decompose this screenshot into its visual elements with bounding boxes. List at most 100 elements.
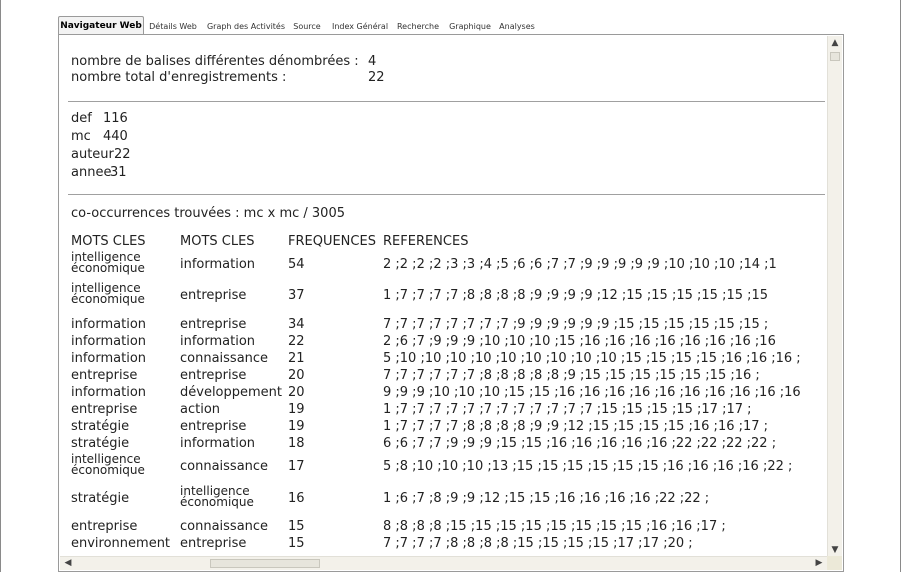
keyword-b: entreprise xyxy=(180,368,247,383)
frequency: 16 xyxy=(288,491,305,506)
keyword-a: information xyxy=(71,385,147,400)
references: 7 ;7 ;7 ;7 ;7 ;7 ;8 ;8 ;8 ;8 ;8 ;9 ;15 ;… xyxy=(383,368,760,383)
vertical-scroll-thumb[interactable] xyxy=(830,52,840,61)
tag-count-value: 4 xyxy=(368,54,377,69)
references: 6 ;6 ;7 ;7 ;9 ;9 ;9 ;15 ;15 ;16 ;16 ;16 … xyxy=(383,436,777,451)
references: 1 ;7 ;7 ;7 ;7 ;8 ;8 ;8 ;8 ;9 ;9 ;9 ;9 ;1… xyxy=(383,288,769,303)
keyword-b: connaissance xyxy=(180,459,269,474)
references: 1 ;6 ;7 ;8 ;9 ;9 ;12 ;15 ;15 ;16 ;16 ;16… xyxy=(383,491,710,506)
tab-bar: Navigateur Web Détails Web Graph des Act… xyxy=(58,16,844,35)
app-frame: Navigateur Web Détails Web Graph des Act… xyxy=(0,0,901,572)
keyword-b: développement xyxy=(180,385,283,400)
keyword-a: stratégie xyxy=(71,491,130,506)
table-row: intelligence économique entreprise 37 1 … xyxy=(71,281,827,309)
references: 5 ;10 ;10 ;10 ;10 ;10 ;10 ;10 ;10 ;10 ;1… xyxy=(383,351,801,366)
header-mots-cles-1: MOTS CLES xyxy=(71,234,146,249)
tab-source[interactable]: Source xyxy=(290,19,324,35)
keyword-a: stratégie xyxy=(71,436,130,451)
references: 7 ;7 ;7 ;7 ;7 ;7 ;7 ;7 ;9 ;9 ;9 ;9 ;9 ;9… xyxy=(383,317,769,332)
keyword-a: information xyxy=(71,334,147,349)
frequency: 34 xyxy=(288,317,305,332)
tag-count: 22 xyxy=(114,147,131,162)
tab-recherche[interactable]: Recherche xyxy=(393,19,443,35)
tab-graph-des-activites[interactable]: Graph des Activités xyxy=(204,19,288,35)
keyword-a: intelligence économique xyxy=(71,250,145,275)
table-row: intelligence économique information 54 2… xyxy=(71,250,827,278)
report-view: nombre de balises différentes dénombrées… xyxy=(60,36,827,558)
tab-index-general[interactable]: Index Général xyxy=(329,19,391,35)
scroll-up-arrow-icon[interactable]: ▲ xyxy=(828,37,842,50)
tag-name: auteur xyxy=(71,147,114,162)
keyword-a: intelligence économique xyxy=(71,452,145,477)
record-count-value: 22 xyxy=(368,70,385,85)
keyword-a: environnement xyxy=(71,536,171,551)
table-row: intelligence économique connaissance 17 … xyxy=(71,452,827,480)
references: 7 ;7 ;7 ;7 ;8 ;8 ;8 ;8 ;15 ;15 ;15 ;15 ;… xyxy=(383,536,693,551)
frequency: 17 xyxy=(288,459,305,474)
tag-name: mc xyxy=(71,129,91,144)
content-panel: nombre de balises différentes dénombrées… xyxy=(58,34,844,572)
keyword-b: information xyxy=(180,334,256,349)
references: 2 ;2 ;2 ;2 ;3 ;3 ;4 ;5 ;6 ;6 ;7 ;7 ;9 ;9… xyxy=(383,257,777,272)
tab-graphique[interactable]: Graphique xyxy=(446,19,494,35)
keyword-b: entreprise xyxy=(180,419,247,434)
keyword-a: intelligence économique xyxy=(71,281,145,306)
scroll-left-arrow-icon[interactable]: ◀ xyxy=(61,557,75,570)
references: 1 ;7 ;7 ;7 ;7 ;7 ;7 ;7 ;7 ;7 ;7 ;7 ;7 ;1… xyxy=(383,402,752,417)
table-row: stratégie intelligence économique 16 1 ;… xyxy=(71,484,827,512)
keyword-b: action xyxy=(180,402,221,417)
frequency: 22 xyxy=(288,334,305,349)
tab-navigateur-web[interactable]: Navigateur Web xyxy=(58,16,144,35)
horizontal-scrollbar[interactable]: ◀ ▶ xyxy=(60,556,827,570)
keyword-b: information xyxy=(180,257,256,272)
keyword-b: entreprise xyxy=(180,317,247,332)
cooccurrence-title: co-occurrences trouvées : mc x mc / 3005 xyxy=(71,206,345,221)
frequency: 15 xyxy=(288,536,305,551)
keyword-b: connaissance xyxy=(180,351,269,366)
frequency: 15 xyxy=(288,519,305,534)
table-row: environnement entreprise 15 7 ;7 ;7 ;7 ;… xyxy=(71,537,827,558)
vertical-scrollbar[interactable]: ▲ ▼ xyxy=(827,36,842,558)
frequency: 20 xyxy=(288,385,305,400)
tag-name: annee xyxy=(71,165,112,180)
record-count-label: nombre total d'enregistrements : xyxy=(71,70,287,85)
frequency: 20 xyxy=(288,368,305,383)
keyword-a: information xyxy=(71,351,147,366)
tag-count: 440 xyxy=(103,129,128,144)
frequency: 19 xyxy=(288,402,305,417)
separator xyxy=(68,194,825,195)
references: 5 ;8 ;10 ;10 ;10 ;13 ;15 ;15 ;15 ;15 ;15… xyxy=(383,459,793,474)
separator xyxy=(68,101,825,102)
frequency: 21 xyxy=(288,351,305,366)
tag-count-label: nombre de balises différentes dénombrées… xyxy=(71,54,359,69)
keyword-a: stratégie xyxy=(71,419,130,434)
frequency: 18 xyxy=(288,436,305,451)
scroll-right-arrow-icon[interactable]: ▶ xyxy=(812,557,826,570)
keyword-a: entreprise xyxy=(71,402,138,417)
web-navigator-window: Navigateur Web Détails Web Graph des Act… xyxy=(58,16,844,572)
scrollbar-corner xyxy=(827,556,842,570)
references: 8 ;8 ;8 ;8 ;15 ;15 ;15 ;15 ;15 ;15 ;15 ;… xyxy=(383,519,726,534)
keyword-b: entreprise xyxy=(180,536,247,551)
frequency: 19 xyxy=(288,419,305,434)
keyword-a: entreprise xyxy=(71,519,138,534)
references: 9 ;9 ;9 ;10 ;10 ;10 ;15 ;15 ;16 ;16 ;16 … xyxy=(383,385,801,400)
keyword-b: connaissance xyxy=(180,519,269,534)
header-frequences: FREQUENCES xyxy=(288,234,376,249)
tag-name: def xyxy=(71,111,92,126)
horizontal-scroll-thumb[interactable] xyxy=(210,559,320,568)
references: 2 ;6 ;7 ;9 ;9 ;9 ;10 ;10 ;10 ;15 ;16 ;16… xyxy=(383,334,776,349)
keyword-b: intelligence économique xyxy=(180,484,254,509)
keyword-b: information xyxy=(180,436,256,451)
tab-details-web[interactable]: Détails Web xyxy=(146,19,200,35)
keyword-a: information xyxy=(71,317,147,332)
tag-count: 31 xyxy=(110,165,127,180)
frequency: 54 xyxy=(288,257,305,272)
keyword-b: entreprise xyxy=(180,288,247,303)
references: 1 ;7 ;7 ;7 ;7 ;8 ;8 ;8 ;8 ;9 ;9 ;12 ;15 … xyxy=(383,419,769,434)
frequency: 37 xyxy=(288,288,305,303)
header-mots-cles-2: MOTS CLES xyxy=(180,234,255,249)
tab-analyses[interactable]: Analyses xyxy=(496,19,538,35)
keyword-a: entreprise xyxy=(71,368,138,383)
tag-count: 116 xyxy=(103,111,128,126)
